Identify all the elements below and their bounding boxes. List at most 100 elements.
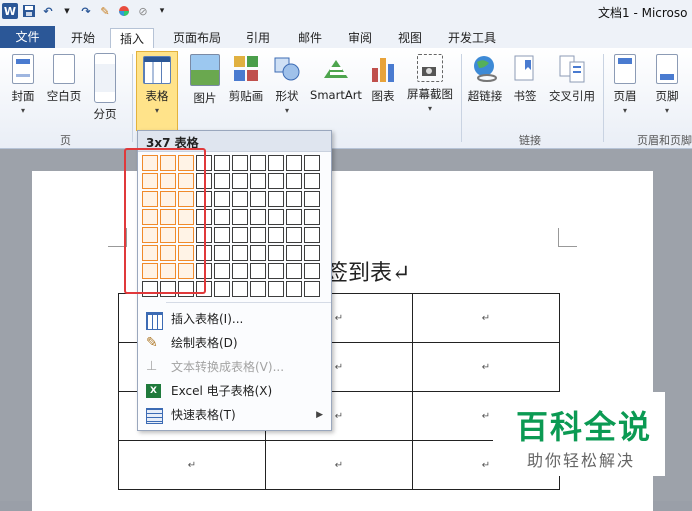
grid-cell[interactable] <box>286 173 302 189</box>
grid-cell[interactable] <box>286 245 302 261</box>
grid-cell[interactable] <box>250 155 266 171</box>
dropdown-caret-icon[interactable]: ▼ <box>59 3 75 19</box>
grid-cell[interactable] <box>232 209 248 225</box>
tab-view[interactable]: 视图 <box>390 28 430 48</box>
group-label-links: 链接 <box>519 134 541 147</box>
grid-cell[interactable] <box>304 281 320 297</box>
convert-text-to-table-item[interactable]: ⊥ 文本转换成表格(V)... <box>138 356 331 379</box>
page-break-button[interactable]: 分页 <box>88 53 122 122</box>
color-wheel-icon[interactable] <box>116 3 132 19</box>
grid-cell[interactable] <box>304 227 320 243</box>
grid-cell[interactable] <box>286 155 302 171</box>
tab-mailings[interactable]: 邮件 <box>290 28 330 48</box>
group-separator <box>603 54 604 142</box>
grid-cell[interactable] <box>214 173 230 189</box>
grid-cell[interactable] <box>250 209 266 225</box>
grid-cell[interactable] <box>268 281 284 297</box>
grid-cell[interactable] <box>214 281 230 297</box>
grid-cell[interactable] <box>214 245 230 261</box>
clear-format-icon[interactable]: ⊘ <box>135 3 151 19</box>
grid-cell[interactable] <box>214 155 230 171</box>
grid-cell[interactable] <box>250 191 266 207</box>
table-cell[interactable]: ↵ <box>412 293 560 343</box>
header-button[interactable]: 页眉 ▾ <box>608 54 642 115</box>
grid-cell[interactable] <box>250 245 266 261</box>
cover-page-button[interactable]: 封面 ▾ <box>6 54 40 115</box>
grid-cell[interactable] <box>268 209 284 225</box>
picture-button[interactable]: 图片 <box>188 54 222 106</box>
grid-cell[interactable] <box>232 263 248 279</box>
grid-cell[interactable] <box>304 209 320 225</box>
clip-art-button[interactable]: 剪贴画 <box>226 54 266 104</box>
grid-cell[interactable] <box>232 191 248 207</box>
grid-cell[interactable] <box>250 173 266 189</box>
screenshot-button[interactable]: 屏幕截图 ▾ <box>404 54 456 113</box>
grid-cell[interactable] <box>286 281 302 297</box>
tab-home[interactable]: 开始 <box>62 28 104 48</box>
grid-cell[interactable] <box>232 281 248 297</box>
grid-cell[interactable] <box>214 209 230 225</box>
word-logo-icon: W <box>2 3 18 19</box>
hyperlink-button[interactable]: 超链接 <box>464 54 506 104</box>
shapes-button[interactable]: 形状 ▾ <box>272 54 302 115</box>
smartart-label: SmartArt <box>310 88 362 102</box>
footer-button[interactable]: 页脚 ▾ <box>650 54 684 115</box>
grid-cell[interactable] <box>250 263 266 279</box>
table-cell[interactable]: ↵ <box>412 342 560 392</box>
grid-cell[interactable] <box>286 263 302 279</box>
tab-file[interactable]: 文件 <box>0 26 55 48</box>
grid-cell[interactable] <box>304 173 320 189</box>
tab-review[interactable]: 审阅 <box>340 28 380 48</box>
picture-icon <box>190 54 220 86</box>
document-title: 文档1 - Microso <box>598 6 688 20</box>
document-heading[interactable]: 签到表↵ <box>326 255 410 287</box>
quick-table-icon <box>146 408 163 424</box>
grid-cell[interactable] <box>304 245 320 261</box>
grid-cell[interactable] <box>268 173 284 189</box>
ribbon-tabs: 文件 开始 插入 页面布局 引用 邮件 审阅 视图 开发工具 <box>0 26 692 49</box>
insert-table-item[interactable]: 插入表格(I)... <box>138 308 331 331</box>
caret-icon: ▾ <box>284 106 289 115</box>
grid-cell[interactable] <box>304 191 320 207</box>
quick-tables-item[interactable]: 快速表格(T) ▶ <box>138 404 331 427</box>
grid-cell[interactable] <box>268 227 284 243</box>
tab-page-layout[interactable]: 页面布局 <box>168 28 226 48</box>
grid-cell[interactable] <box>214 263 230 279</box>
grid-cell[interactable] <box>214 191 230 207</box>
grid-cell[interactable] <box>250 227 266 243</box>
grid-cell[interactable] <box>232 227 248 243</box>
grid-cell[interactable] <box>232 155 248 171</box>
tab-developer[interactable]: 开发工具 <box>440 28 504 48</box>
table-cell[interactable]: ↵ <box>118 440 266 490</box>
grid-cell[interactable] <box>268 245 284 261</box>
table-button[interactable]: 表格 ▾ <box>136 51 178 131</box>
undo-icon[interactable]: ↶ <box>40 3 56 19</box>
grid-cell[interactable] <box>304 155 320 171</box>
cross-reference-button[interactable]: 交叉引用 <box>546 54 598 104</box>
redo-icon[interactable]: ↷ <box>78 3 94 19</box>
grid-cell[interactable] <box>214 227 230 243</box>
draw-table-item[interactable]: ✎ 绘制表格(D) <box>138 332 331 355</box>
grid-cell[interactable] <box>268 263 284 279</box>
table-cell[interactable]: ↵ <box>265 440 413 490</box>
grid-cell[interactable] <box>232 245 248 261</box>
grid-cell[interactable] <box>286 209 302 225</box>
grid-cell[interactable] <box>286 191 302 207</box>
blank-page-button[interactable]: 空白页 <box>44 54 84 104</box>
grid-cell[interactable] <box>268 155 284 171</box>
bookmark-button[interactable]: 书签 <box>508 54 542 104</box>
chart-button[interactable]: 图表 <box>366 54 400 104</box>
grid-cell[interactable] <box>268 191 284 207</box>
grid-cell[interactable] <box>286 227 302 243</box>
watermark-subtitle: 助你轻松解决 <box>527 451 636 470</box>
grid-cell[interactable] <box>232 173 248 189</box>
customize-toolbar-icon[interactable]: ▾ <box>154 3 170 19</box>
tab-references[interactable]: 引用 <box>238 28 278 48</box>
excel-spreadsheet-item[interactable]: X Excel 电子表格(X) <box>138 380 331 403</box>
format-painter-icon[interactable]: ✎ <box>97 3 113 19</box>
grid-cell[interactable] <box>304 263 320 279</box>
tab-insert[interactable]: 插入 <box>110 28 154 49</box>
smartart-button[interactable]: SmartArt <box>308 54 364 102</box>
grid-cell[interactable] <box>250 281 266 297</box>
save-icon[interactable] <box>21 3 37 19</box>
